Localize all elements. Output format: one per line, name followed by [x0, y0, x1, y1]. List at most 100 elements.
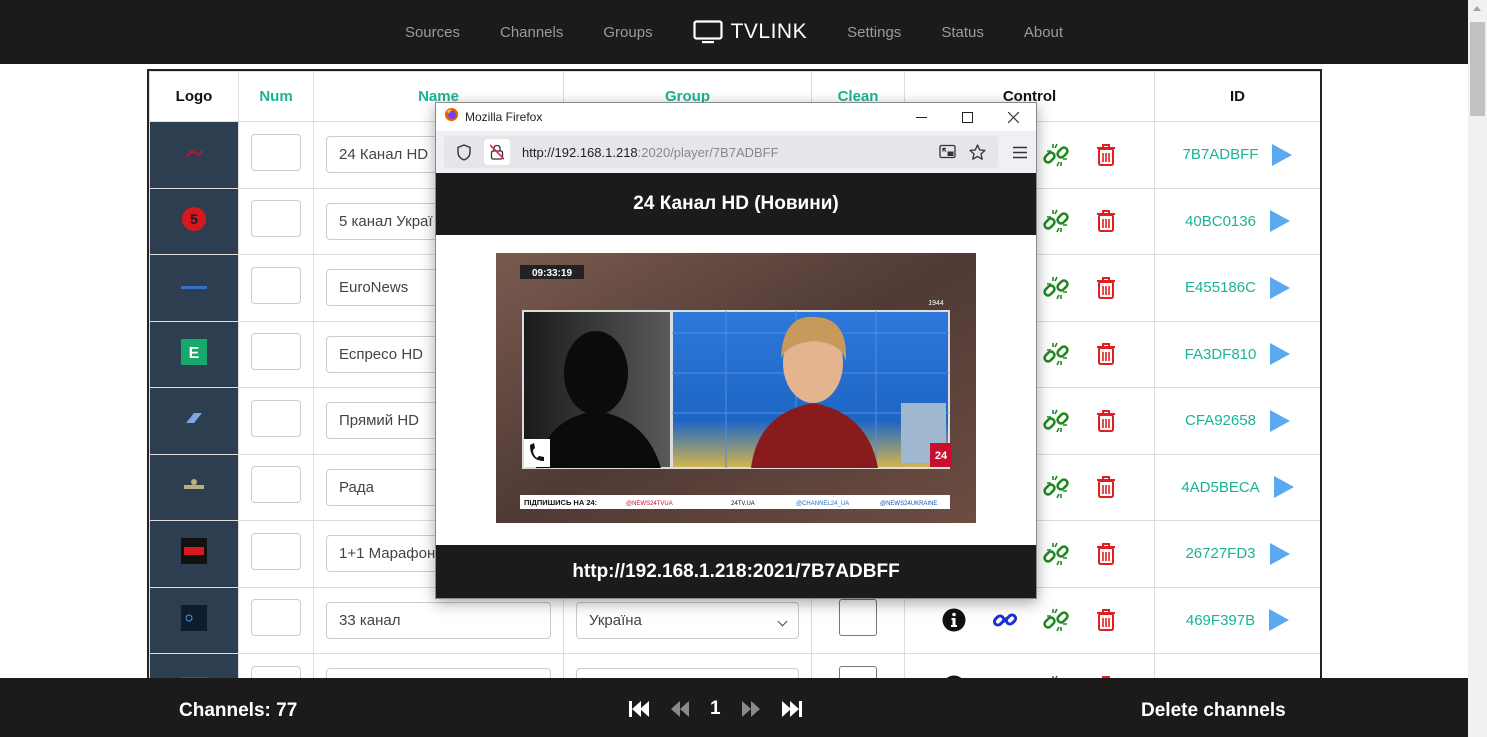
play-icon[interactable] [1269, 542, 1290, 565]
video-player[interactable]: 09:33:19 1944 24 ПІДПИШИСЬ НА 24: @NEWS2… [496, 253, 976, 523]
unlink-icon[interactable] [1043, 275, 1070, 301]
channel-id: 7B7ADBFF [1182, 146, 1259, 164]
insecure-lock-icon[interactable] [484, 139, 510, 165]
num-cell [238, 453, 314, 521]
clean-checkbox[interactable] [839, 599, 877, 637]
info-icon[interactable] [942, 608, 966, 632]
player-title: 24 Канал HD (Новини) [436, 173, 1036, 235]
window-titlebar[interactable]: Mozilla Firefox [436, 103, 1036, 131]
picture-in-picture-icon[interactable] [939, 144, 957, 161]
channel-logo [149, 453, 239, 521]
unlink-icon[interactable] [1043, 341, 1070, 367]
num-cell [238, 520, 314, 588]
last-page-icon[interactable] [781, 700, 803, 718]
play-icon[interactable] [1270, 343, 1291, 366]
channel-logo [149, 586, 239, 654]
scroll-up-arrow[interactable] [1473, 6, 1481, 11]
trash-icon[interactable] [1095, 143, 1117, 167]
channel-id: E455186C [1185, 279, 1256, 297]
svg-text:E: E [189, 345, 200, 362]
channel-logo-image [181, 279, 207, 297]
id-cell: 469F397B [1154, 586, 1320, 654]
channel-logo [149, 121, 239, 189]
num-input[interactable] [251, 466, 301, 504]
close-icon[interactable] [990, 103, 1036, 131]
bottom-bar: Channels: 77 1 Delete channels [0, 678, 1468, 737]
bookmark-star-icon[interactable] [969, 143, 986, 161]
channel-logo-image [182, 409, 206, 432]
num-input[interactable] [251, 200, 301, 238]
play-icon[interactable] [1269, 210, 1290, 233]
num-cell [238, 387, 314, 455]
ticker-item-4: @NEWS24UKRAINE [880, 501, 937, 507]
num-cell [238, 320, 314, 388]
nav-about[interactable]: About [1024, 24, 1063, 41]
firefox-player-window: Mozilla Firefox http://192.168.1.218:202… [435, 102, 1037, 599]
address-bar: http://192.168.1.218:2020/player/7B7ADBF… [436, 131, 1036, 173]
nav-status[interactable]: Status [941, 24, 984, 41]
unlink-icon[interactable] [1043, 474, 1070, 500]
header-num[interactable]: Num [238, 71, 314, 122]
url-field[interactable]: http://192.168.1.218:2020/player/7B7ADBF… [444, 136, 998, 168]
num-input[interactable] [251, 266, 301, 304]
trash-icon[interactable] [1095, 276, 1117, 300]
current-page[interactable]: 1 [710, 698, 721, 720]
unlink-icon[interactable] [1043, 541, 1070, 567]
unlink-icon[interactable] [1043, 607, 1070, 633]
menu-icon[interactable] [1012, 146, 1028, 159]
play-icon[interactable] [1272, 143, 1293, 166]
unlink-icon[interactable] [1043, 208, 1070, 234]
trash-icon[interactable] [1095, 209, 1117, 233]
brand[interactable]: TVLINK [692, 20, 808, 44]
nav-sources[interactable]: Sources [405, 24, 460, 41]
channel-logo [149, 520, 239, 588]
delete-channels-button[interactable]: Delete channels [1141, 700, 1286, 722]
header-id: ID [1154, 71, 1320, 122]
maximize-icon[interactable] [944, 103, 990, 131]
nav-settings[interactable]: Settings [847, 24, 901, 41]
channel-id: 469F397B [1185, 611, 1256, 629]
shield-icon[interactable] [456, 143, 472, 161]
brand-label: TVLINK [730, 20, 808, 43]
num-cell [238, 121, 314, 189]
num-input[interactable] [251, 599, 301, 637]
trash-icon[interactable] [1095, 608, 1117, 632]
num-cell [238, 586, 314, 654]
num-input[interactable] [251, 532, 301, 570]
ticker-item-3: @CHANNEL24_UA [796, 501, 849, 507]
trash-icon[interactable] [1095, 542, 1117, 566]
channel-logo-image: E [181, 338, 207, 370]
channel-logo: E [149, 320, 239, 388]
channel-id: FA3DF810 [1184, 345, 1257, 363]
trash-icon[interactable] [1095, 409, 1117, 433]
group-select[interactable]: Україна [576, 601, 799, 639]
link-icon[interactable] [992, 607, 1018, 633]
id-cell: 7B7ADBFF [1154, 121, 1320, 189]
play-icon[interactable] [1269, 276, 1290, 299]
previous-page-icon[interactable] [670, 700, 690, 718]
nav-channels[interactable]: Channels [500, 24, 563, 41]
channel-logo-image [181, 604, 207, 636]
id-cell: 26727FD3 [1154, 520, 1320, 588]
video-ticker: ПІДПИШИСЬ НА 24: [524, 498, 597, 507]
name-input[interactable]: 33 канал [326, 601, 551, 639]
unlink-icon[interactable] [1043, 408, 1070, 434]
next-page-icon[interactable] [741, 700, 761, 718]
play-icon[interactable] [1269, 409, 1290, 432]
trash-icon[interactable] [1095, 342, 1117, 366]
minimize-icon[interactable] [898, 103, 944, 131]
channel-logo-image: 5 [181, 206, 207, 237]
channel-id: 4AD5BECA [1181, 478, 1260, 496]
channels-count: Channels: 77 [179, 700, 298, 721]
num-input[interactable] [251, 333, 301, 371]
num-input[interactable] [251, 399, 301, 437]
scroll-thumb[interactable] [1470, 22, 1485, 116]
trash-icon[interactable] [1095, 475, 1117, 499]
num-input[interactable] [251, 133, 301, 171]
first-page-icon[interactable] [628, 700, 650, 718]
unlink-icon[interactable] [1043, 142, 1070, 168]
play-icon[interactable] [1269, 609, 1290, 632]
play-icon[interactable] [1273, 476, 1294, 499]
nav-groups[interactable]: Groups [603, 24, 652, 41]
channel-logo [149, 254, 239, 322]
